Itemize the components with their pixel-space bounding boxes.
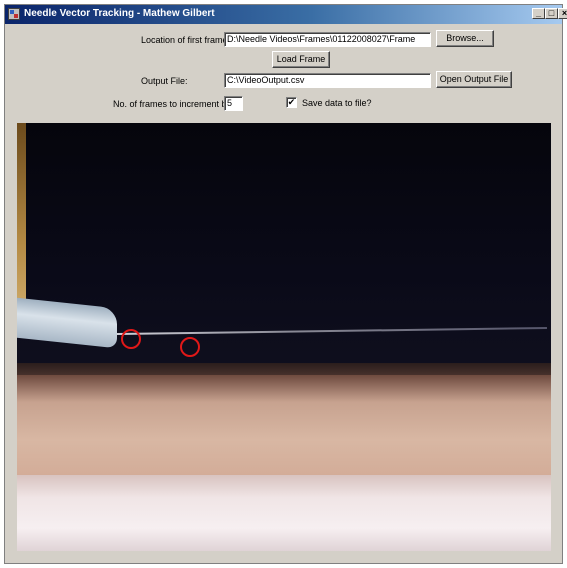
save-data-checkbox[interactable]: ✔ — [286, 97, 297, 108]
window-title: Needle Vector Tracking - Mathew Gilbert — [24, 8, 215, 19]
close-button[interactable]: × — [558, 8, 567, 19]
increment-input[interactable]: 5 — [224, 96, 243, 111]
open-output-file-button[interactable]: Open Output File — [436, 71, 512, 88]
save-data-label: Save data to file? — [302, 98, 372, 108]
frame-edge — [17, 123, 26, 323]
first-frame-label: Location of first frame: — [141, 35, 231, 45]
load-frame-button[interactable]: Load Frame — [272, 51, 330, 68]
title-bar[interactable]: Needle Vector Tracking - Mathew Gilbert … — [5, 5, 567, 24]
increment-label: No. of frames to increment by: — [113, 99, 234, 109]
browse-button[interactable]: Browse... — [436, 30, 494, 47]
app-icon — [8, 8, 20, 20]
tracking-marker-base — [121, 329, 141, 349]
minimize-button[interactable]: _ — [532, 8, 545, 19]
frame-foreground — [17, 475, 551, 551]
maximize-button[interactable]: □ — [545, 8, 558, 19]
frame-surface — [17, 375, 551, 483]
output-file-input[interactable]: C:\VideoOutput.csv — [224, 73, 431, 88]
output-file-label: Output File: — [141, 76, 188, 86]
first-frame-input[interactable]: D:\Needle Videos\Frames\01122008027\Fram… — [224, 32, 431, 47]
tracking-marker-tip — [180, 337, 200, 357]
video-frame[interactable] — [17, 123, 551, 551]
app-window: Needle Vector Tracking - Mathew Gilbert … — [4, 4, 567, 564]
